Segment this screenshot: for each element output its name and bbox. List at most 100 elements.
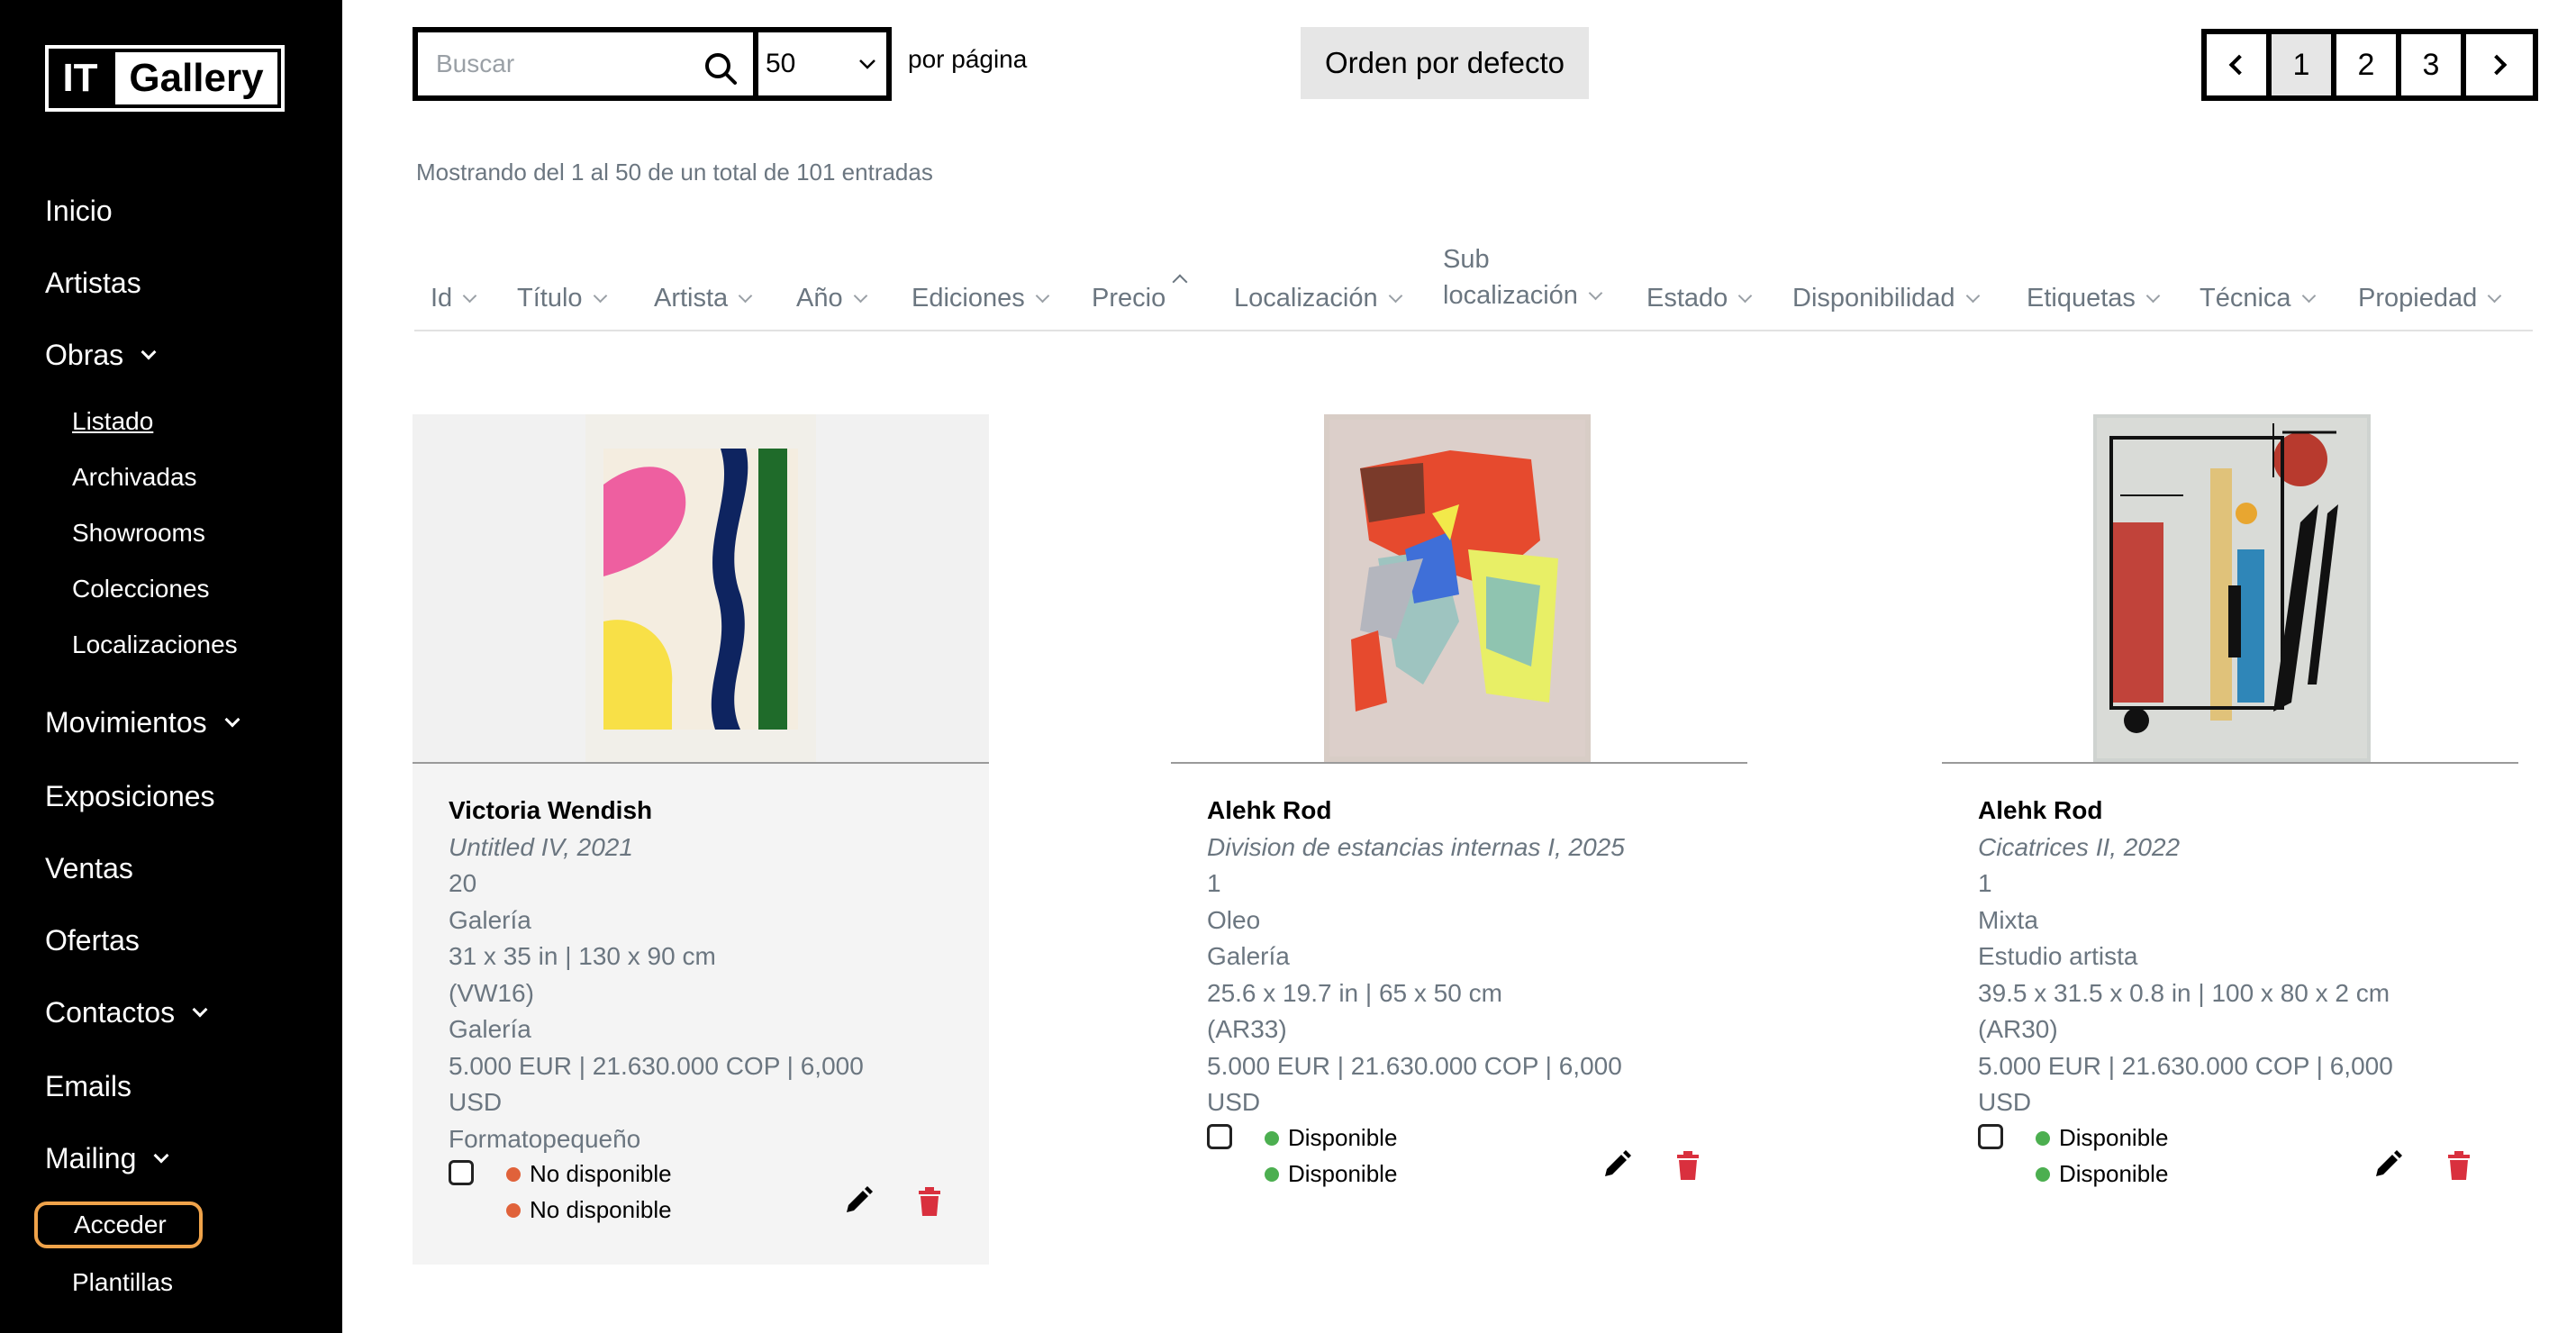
status-estado: Disponible <box>1265 1124 1397 1152</box>
artwork-title[interactable]: Cicatrices II, 2022 <box>1978 830 2393 866</box>
sidebar-item-exposiciones[interactable]: Exposiciones <box>45 780 215 813</box>
sidebar-item-label: Exposiciones <box>45 780 215 812</box>
artwork-artist[interactable]: Alehk Rod <box>1207 793 1625 830</box>
sidebar-item-label: Ventas <box>45 852 133 884</box>
artwork-title[interactable]: Untitled IV, 2021 <box>449 830 864 866</box>
column-label: Localización <box>1234 284 1378 313</box>
column-header-ediciones[interactable]: Ediciones <box>912 284 1050 313</box>
chevron-down-icon <box>1965 288 1980 304</box>
column-label: Disponibilidad <box>1792 284 1955 313</box>
next-page-button[interactable] <box>2466 34 2533 95</box>
per-page-label: por página <box>908 45 1028 73</box>
column-header-estado[interactable]: Estado <box>1646 284 1753 313</box>
chevron-down-icon <box>1738 288 1753 304</box>
column-header-titulo[interactable]: Título <box>517 284 607 313</box>
artwork-card[interactable]: Victoria Wendish Untitled IV, 2021 20 Ga… <box>413 414 989 1265</box>
page-button-3[interactable]: 3 <box>2401 34 2466 95</box>
column-header-etiquetas[interactable]: Etiquetas <box>2027 284 2161 313</box>
sidebar-subitem-listado[interactable]: Listado <box>72 407 153 436</box>
status-dot-icon <box>506 1166 521 1182</box>
status-disponibilidad: No disponible <box>506 1196 672 1224</box>
column-label: Técnica <box>2200 284 2291 313</box>
sidebar-subitem-archivadas[interactable]: Archivadas <box>72 463 197 492</box>
column-label: Estado <box>1646 284 1728 313</box>
artwork-artist[interactable]: Victoria Wendish <box>449 793 864 830</box>
artwork-image[interactable] <box>1324 414 1591 762</box>
sidebar-subitem-colecciones[interactable]: Colecciones <box>72 575 210 603</box>
status-disponibilidad: Disponible <box>1265 1160 1397 1188</box>
column-header-artista[interactable]: Artista <box>654 284 753 313</box>
sidebar-item-contactos[interactable]: Contactos <box>45 996 208 1029</box>
column-label: Ediciones <box>912 284 1025 313</box>
chevron-down-icon <box>859 59 875 69</box>
page-button-2[interactable]: 2 <box>2336 34 2401 95</box>
chevron-down-icon <box>141 344 157 359</box>
sidebar-subitem-showrooms[interactable]: Showrooms <box>72 519 205 548</box>
artwork-price: 5.000 EUR | 21.630.000 COP | 6,000 <box>449 1051 864 1080</box>
column-header-disponibilidad[interactable]: Disponibilidad <box>1792 284 1980 313</box>
app-logo[interactable]: IT Gallery <box>45 45 285 112</box>
artwork-title[interactable]: Division de estancias internas I, 2025 <box>1207 830 1625 866</box>
search-input[interactable] <box>436 50 706 78</box>
per-page-select[interactable]: 50 <box>758 32 886 95</box>
artwork-price: 5.000 EUR | 21.630.000 COP | 6,000 <box>1207 1051 1622 1080</box>
select-checkbox[interactable] <box>1207 1124 1232 1149</box>
sidebar: IT Gallery Inicio Artistas Obras Listado… <box>0 0 342 1333</box>
column-header-sublocalizacion[interactable]: Sub localización <box>1443 241 1603 313</box>
artwork-dimensions: 25.6 x 19.7 in | 65 x 50 cm <box>1207 978 1502 1007</box>
sidebar-subitem-plantillas[interactable]: Plantillas <box>72 1268 173 1297</box>
artwork-location: Estudio artista <box>1978 942 2138 970</box>
artwork-location: Galería <box>449 905 531 934</box>
sidebar-item-inicio[interactable]: Inicio <box>45 195 113 228</box>
select-checkbox[interactable] <box>449 1160 474 1185</box>
sidebar-item-obras[interactable]: Obras <box>45 339 157 372</box>
column-label: Artista <box>654 284 729 313</box>
chevron-down-icon <box>153 1147 169 1163</box>
column-header-localizacion[interactable]: Localización <box>1234 284 1402 313</box>
column-label: Sub <box>1443 245 1490 274</box>
pagination: 1 2 3 <box>2201 29 2538 101</box>
status-label: Disponible <box>1288 1160 1398 1187</box>
column-header-ano[interactable]: Año <box>796 284 867 313</box>
trash-icon[interactable] <box>912 1183 948 1220</box>
prev-page-button[interactable] <box>2207 34 2272 95</box>
column-label: localización <box>1443 281 1578 310</box>
status-dot-icon <box>1265 1166 1279 1182</box>
sidebar-item-ofertas[interactable]: Ofertas <box>45 924 140 957</box>
column-label: Año <box>796 284 843 313</box>
trash-icon[interactable] <box>2441 1147 2477 1183</box>
app-root: IT Gallery Inicio Artistas Obras Listado… <box>0 0 2576 1333</box>
search-icon[interactable] <box>703 50 739 86</box>
column-header-id[interactable]: Id <box>431 284 477 313</box>
column-label: Propiedad <box>2358 284 2478 313</box>
status-dot-icon <box>506 1202 521 1218</box>
sort-ascending-icon <box>1172 274 1188 290</box>
artwork-editions: 20 <box>449 869 477 897</box>
sidebar-subitem-acceder[interactable]: Acceder <box>34 1202 203 1248</box>
column-header-propiedad[interactable]: Propiedad <box>2358 284 2502 313</box>
page-button-1[interactable]: 1 <box>2272 34 2336 95</box>
sort-button[interactable]: Orden por defecto <box>1301 27 1589 99</box>
sidebar-item-artistas[interactable]: Artistas <box>45 267 141 300</box>
edit-icon[interactable] <box>839 1183 875 1220</box>
edit-icon[interactable] <box>1598 1147 1634 1183</box>
edit-icon[interactable] <box>2369 1147 2405 1183</box>
select-checkbox[interactable] <box>1978 1124 2003 1149</box>
sidebar-item-mailing[interactable]: Mailing <box>45 1142 169 1175</box>
trash-icon[interactable] <box>1670 1147 1706 1183</box>
sidebar-item-ventas[interactable]: Ventas <box>45 852 133 885</box>
column-header-tecnica[interactable]: Técnica <box>2200 284 2316 313</box>
chevron-down-icon <box>462 288 477 304</box>
status-estado: No disponible <box>506 1160 672 1188</box>
column-header-precio[interactable]: Precio <box>1092 274 1188 313</box>
sidebar-item-movimientos[interactable]: Movimientos <box>45 706 240 739</box>
artwork-artist[interactable]: Alehk Rod <box>1978 793 2393 830</box>
artwork-image[interactable] <box>2093 414 2371 762</box>
artwork-image[interactable] <box>585 414 816 762</box>
sidebar-subitem-localizaciones[interactable]: Localizaciones <box>72 630 238 659</box>
artwork-info: Alehk Rod Cicatrices II, 2022 1 Mixta Es… <box>1978 793 2393 1121</box>
column-label-row: localización <box>1443 277 1603 313</box>
sidebar-item-emails[interactable]: Emails <box>45 1070 132 1103</box>
logo-gallery: Gallery <box>115 52 277 104</box>
sidebar-item-label: Inicio <box>45 195 113 227</box>
